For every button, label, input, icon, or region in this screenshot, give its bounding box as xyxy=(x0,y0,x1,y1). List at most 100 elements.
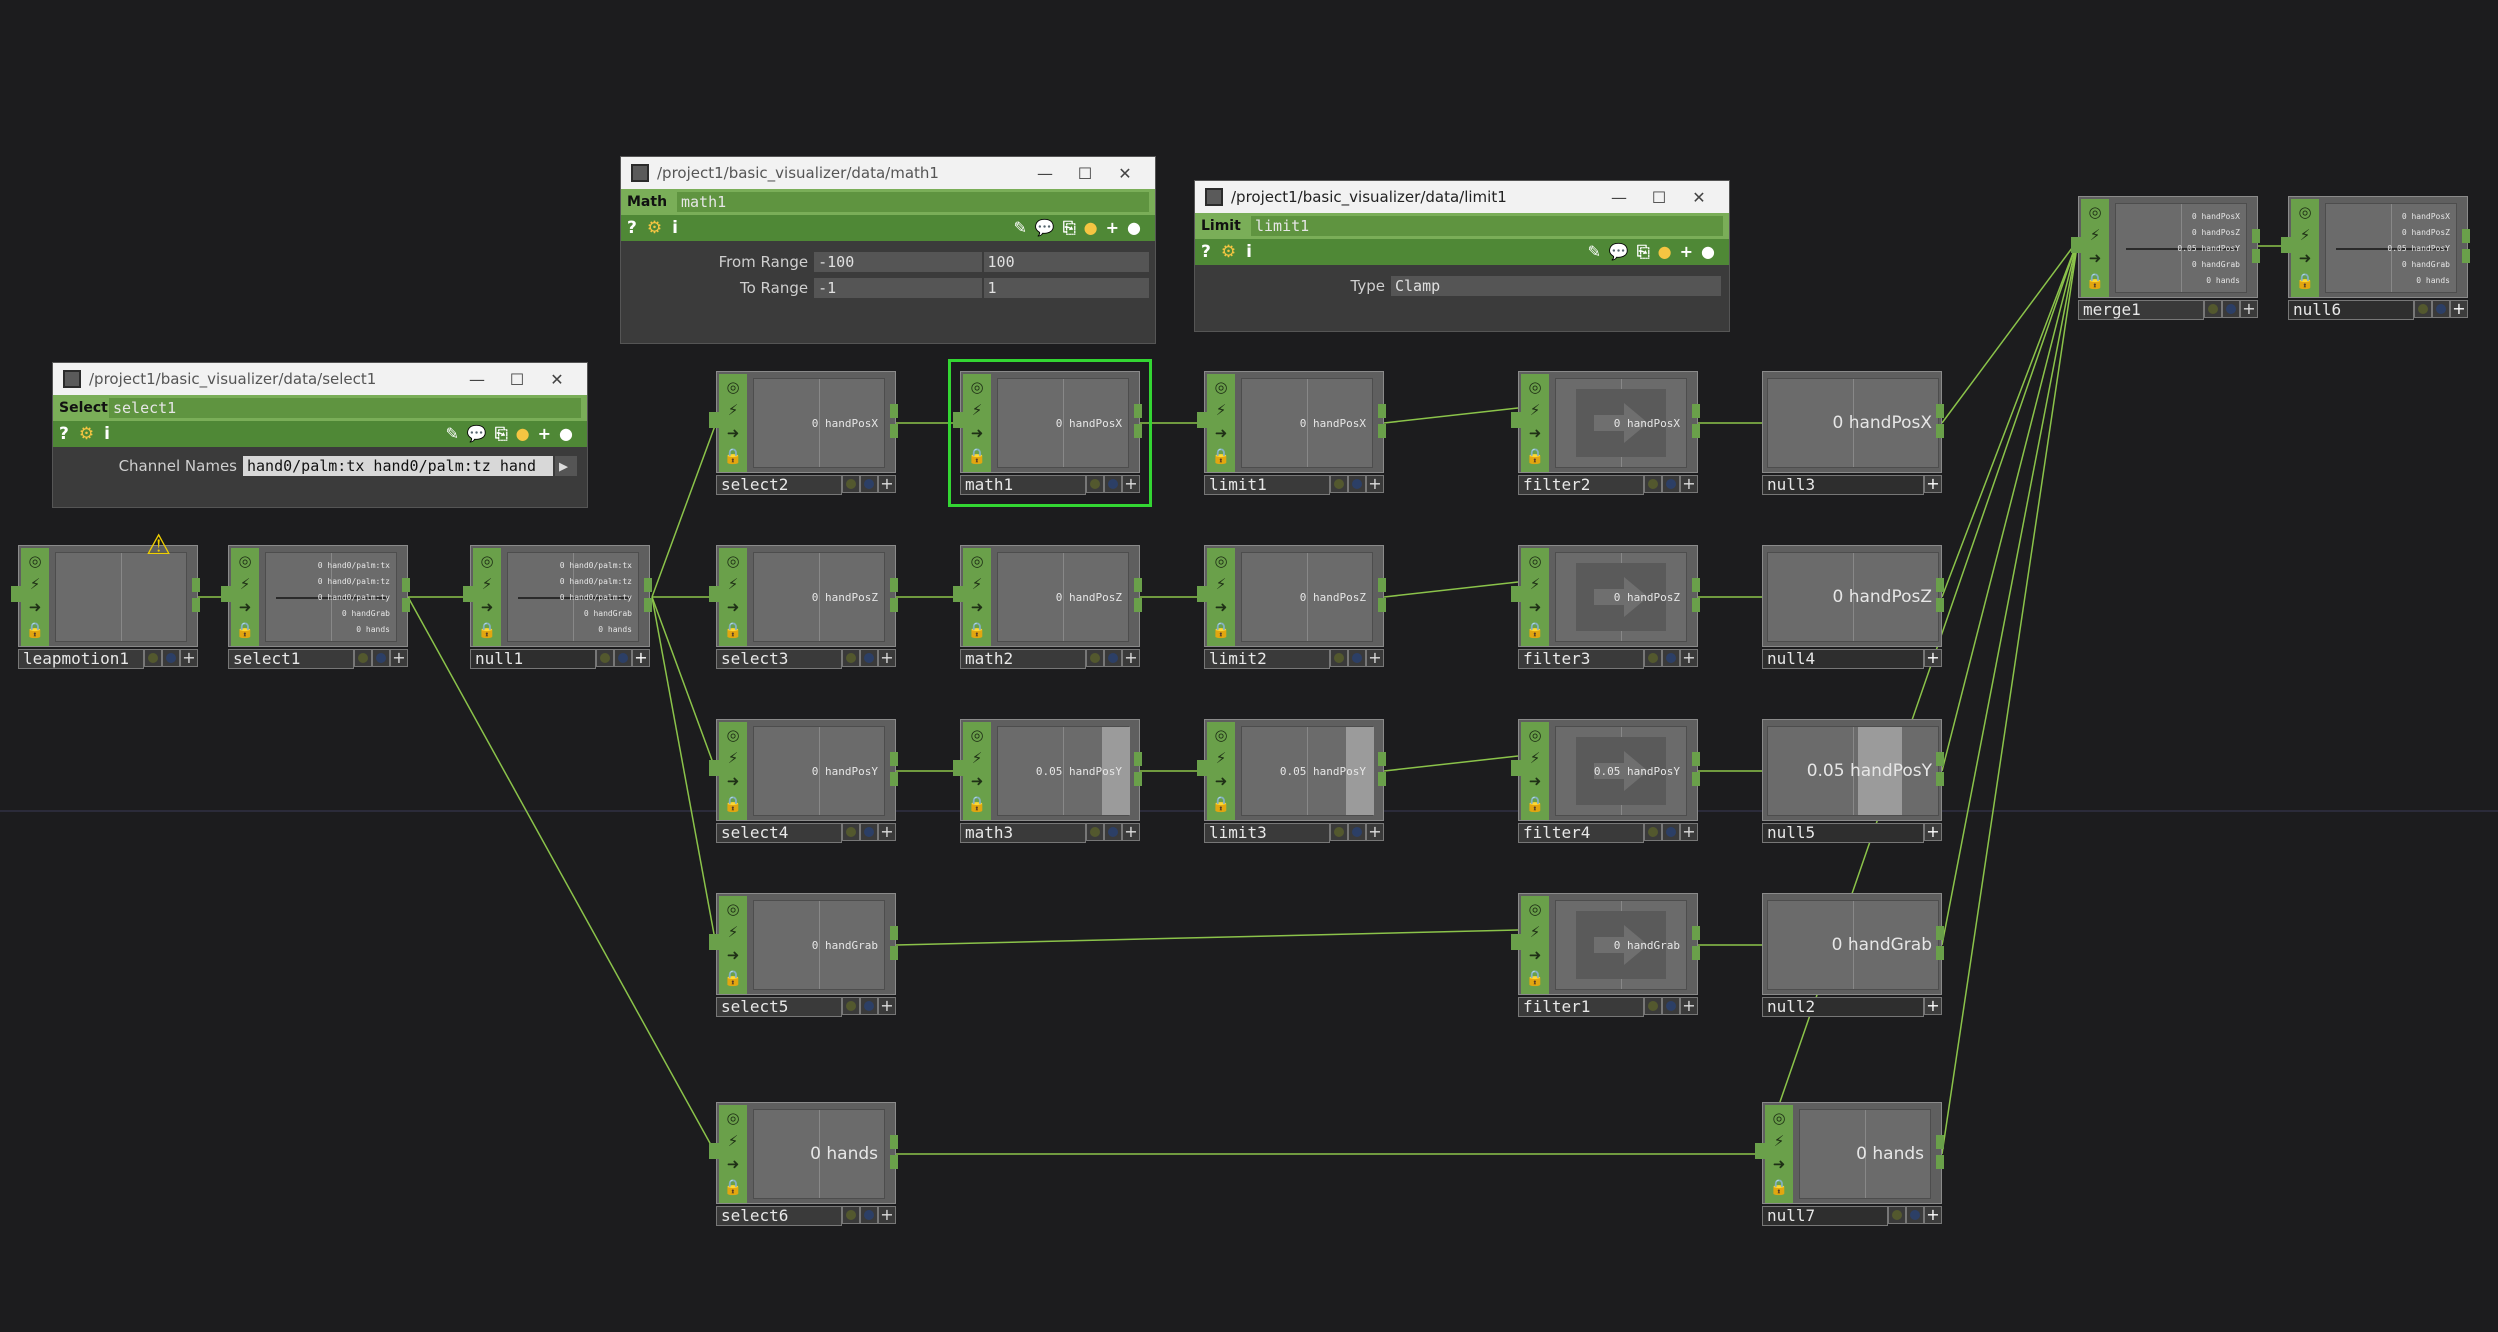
active-icon[interactable]: ● xyxy=(559,424,573,444)
node-math2[interactable]: ◎ ⚡ ➜ 🔒 0 handPosZ math2 + xyxy=(953,545,1142,669)
node-body[interactable]: ◎ ⚡ ➜ 🔒 0 handPosX 0 handPosZ 0.05 handPosY 0 h… xyxy=(2071,196,2260,298)
maximize-button[interactable]: ☐ xyxy=(1639,188,1679,207)
bypass-icon[interactable]: ◎ xyxy=(1525,899,1545,919)
output-connector[interactable] xyxy=(644,578,652,592)
cook-status-icon[interactable] xyxy=(354,649,372,667)
node-name[interactable]: limit1 xyxy=(1204,475,1330,495)
viewer-toggle-icon[interactable] xyxy=(1348,475,1366,493)
node-null5[interactable]: 0.05 handPosY null5 + xyxy=(1762,719,1944,843)
python-icon[interactable]: ● xyxy=(1658,242,1672,262)
help-icon[interactable]: ? xyxy=(59,424,69,444)
node-label-bar[interactable]: null7 + xyxy=(1762,1206,1942,1226)
node-flags[interactable]: ◎ ⚡ ➜ 🔒 xyxy=(1521,896,1549,994)
info-icon[interactable]: i xyxy=(1246,242,1252,262)
viewer-icon[interactable]: 🔒 xyxy=(967,620,987,640)
output-connector[interactable] xyxy=(1936,926,1944,940)
lock-icon[interactable]: ⚡ xyxy=(723,922,743,942)
output-connector[interactable] xyxy=(1692,578,1700,592)
output-connector[interactable] xyxy=(890,772,898,786)
viewer-icon[interactable]: 🔒 xyxy=(1211,620,1231,640)
input-connector[interactable] xyxy=(1197,760,1209,776)
node-name[interactable]: filter3 xyxy=(1518,649,1644,669)
input-connector[interactable] xyxy=(709,412,721,428)
node-name[interactable]: null7 xyxy=(1762,1206,1888,1226)
display-icon[interactable]: ➜ xyxy=(1211,771,1231,791)
node-flags[interactable]: ◎ ⚡ ➜ 🔒 xyxy=(2081,199,2109,297)
output-connector[interactable] xyxy=(1134,752,1142,766)
python-help-icon[interactable]: ⚙ xyxy=(79,424,94,444)
expand-plus-icon[interactable]: + xyxy=(1366,475,1384,493)
node-null2[interactable]: 0 handGrab null2 + xyxy=(1762,893,1944,1017)
node-select2[interactable]: ◎ ⚡ ➜ 🔒 0 handPosX select2 + xyxy=(709,371,898,495)
viewer-toggle-icon[interactable] xyxy=(1906,1206,1924,1224)
edit-icon[interactable]: ✎ xyxy=(1014,218,1027,238)
node-flags[interactable]: ◎ ⚡ ➜ 🔒 xyxy=(719,548,747,646)
node-name[interactable]: null2 xyxy=(1762,997,1924,1017)
node-name[interactable]: leapmotion1 xyxy=(18,649,144,669)
expand-plus-icon[interactable]: + xyxy=(1680,823,1698,841)
output-connector[interactable] xyxy=(192,578,200,592)
limit-parameter-window[interactable]: /project1/basic_visualizer/data/limit1 —… xyxy=(1194,180,1730,332)
bypass-icon[interactable]: ◎ xyxy=(1211,551,1231,571)
maximize-button[interactable]: ☐ xyxy=(1065,164,1105,183)
cook-status-icon[interactable] xyxy=(1086,649,1104,667)
viewer-toggle-icon[interactable] xyxy=(860,1206,878,1224)
bypass-icon[interactable]: ◎ xyxy=(25,551,45,571)
node-null4[interactable]: 0 handPosZ null4 + xyxy=(1762,545,1944,669)
node-select1[interactable]: ◎ ⚡ ➜ 🔒 0 hand0/palm:tx 0 hand0/palm:tz 0 hand… xyxy=(221,545,410,669)
cook-status-icon[interactable] xyxy=(596,649,614,667)
bypass-icon[interactable]: ◎ xyxy=(967,725,987,745)
display-icon[interactable]: ➜ xyxy=(1211,597,1231,617)
bypass-icon[interactable]: ◎ xyxy=(723,725,743,745)
output-connector[interactable] xyxy=(890,424,898,438)
cook-status-icon[interactable] xyxy=(1086,823,1104,841)
node-body[interactable]: ◎ ⚡ ➜ 🔒 0 hand0/palm:tx 0 hand0/palm:tz 0 hand… xyxy=(221,545,410,647)
node-body[interactable]: ◎ ⚡ ➜ 🔒 0 hands xyxy=(709,1102,898,1204)
expand-plus-icon[interactable]: + xyxy=(1680,475,1698,493)
output-connector[interactable] xyxy=(1936,578,1944,592)
expand-plus-icon[interactable]: + xyxy=(2240,300,2258,318)
output-connector[interactable] xyxy=(1378,752,1386,766)
node-body[interactable]: ◎ ⚡ ➜ 🔒 0 hands xyxy=(1755,1102,1944,1204)
output-connector[interactable] xyxy=(1936,946,1944,960)
output-connector[interactable] xyxy=(1692,772,1700,786)
active-icon[interactable]: ● xyxy=(1127,218,1141,238)
node-label-bar[interactable]: filter3 + xyxy=(1518,649,1698,669)
select-parameter-window[interactable]: /project1/basic_visualizer/data/select1 … xyxy=(52,362,588,508)
node-flags[interactable]: ◎ ⚡ ➜ 🔒 xyxy=(1521,548,1549,646)
node-label-bar[interactable]: filter4 + xyxy=(1518,823,1698,843)
node-name[interactable]: limit2 xyxy=(1204,649,1330,669)
node-merge1[interactable]: ◎ ⚡ ➜ 🔒 0 handPosX 0 handPosZ 0.05 handPosY 0 h… xyxy=(2071,196,2260,320)
viewer-icon[interactable]: 🔒 xyxy=(1769,1177,1789,1197)
close-button[interactable]: ✕ xyxy=(1679,188,1719,207)
node-name[interactable]: filter1 xyxy=(1518,997,1644,1017)
lock-icon[interactable]: ⚡ xyxy=(25,574,45,594)
output-connector[interactable] xyxy=(1936,1155,1944,1169)
op-name-field[interactable]: select1 xyxy=(109,398,581,418)
node-label-bar[interactable]: null2 + xyxy=(1762,997,1942,1017)
output-connector[interactable] xyxy=(1692,424,1700,438)
minimize-button[interactable]: — xyxy=(457,370,497,389)
node-label-bar[interactable]: limit1 + xyxy=(1204,475,1384,495)
node-flags[interactable]: ◎ ⚡ ➜ 🔒 xyxy=(1207,374,1235,472)
cook-status-icon[interactable] xyxy=(1330,649,1348,667)
display-icon[interactable]: ➜ xyxy=(723,423,743,443)
output-connector[interactable] xyxy=(1692,598,1700,612)
output-connector[interactable] xyxy=(1378,598,1386,612)
viewer-icon[interactable]: 🔒 xyxy=(235,620,255,640)
output-connector[interactable] xyxy=(402,598,410,612)
input-connector[interactable] xyxy=(1197,586,1209,602)
display-icon[interactable]: ➜ xyxy=(2085,248,2105,268)
display-icon[interactable]: ➜ xyxy=(1525,597,1545,617)
lock-icon[interactable]: ⚡ xyxy=(967,748,987,768)
output-connector[interactable] xyxy=(1936,1135,1944,1149)
node-name[interactable]: filter4 xyxy=(1518,823,1644,843)
output-connector[interactable] xyxy=(890,1155,898,1169)
node-label-bar[interactable]: merge1 + xyxy=(2078,300,2258,320)
cook-status-icon[interactable] xyxy=(2414,300,2432,318)
expand-plus-icon[interactable]: + xyxy=(878,823,896,841)
output-connector[interactable] xyxy=(890,926,898,940)
node-limit3[interactable]: ◎ ⚡ ➜ 🔒 0.05 handPosY limit3 + xyxy=(1197,719,1386,843)
node-name[interactable]: null1 xyxy=(470,649,596,669)
viewer-icon[interactable]: 🔒 xyxy=(25,620,45,640)
